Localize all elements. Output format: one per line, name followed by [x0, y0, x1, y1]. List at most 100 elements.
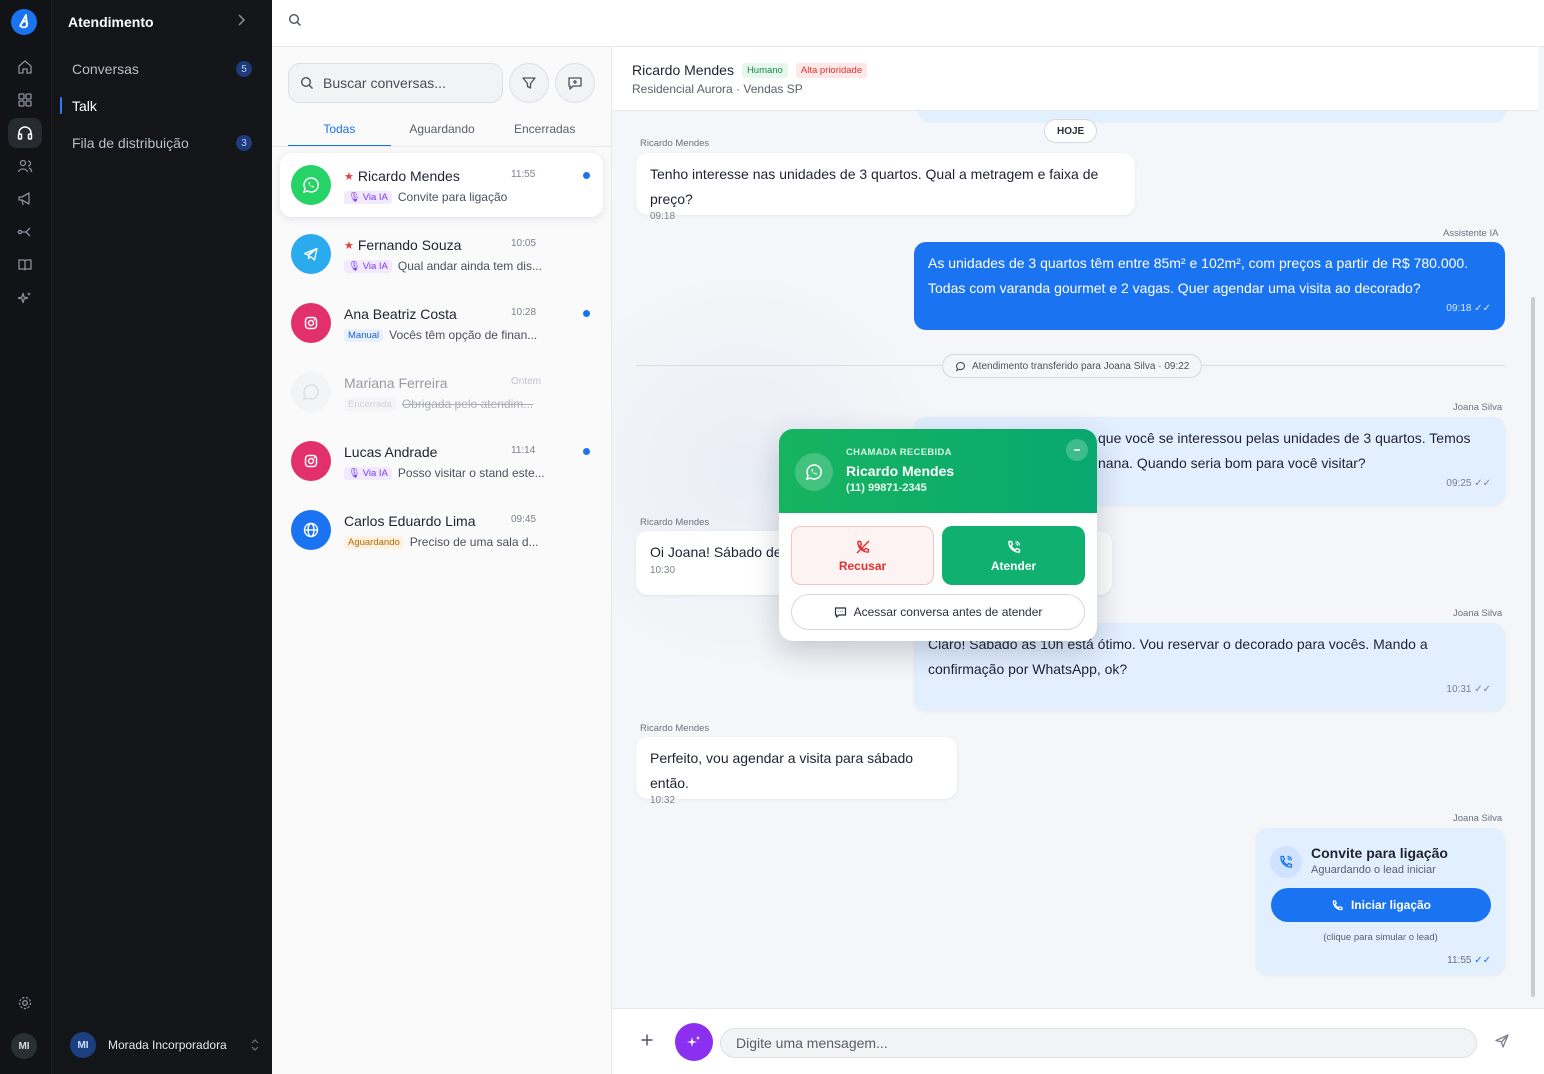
phone-icon	[1332, 899, 1343, 910]
new-conversation-button[interactable]	[555, 63, 595, 103]
conversation-preview: Posso visitar o stand este...	[397, 466, 545, 480]
home-icon[interactable]	[15, 57, 35, 77]
conversation-name: ★ Fernando Souza	[344, 237, 462, 253]
conversation-item[interactable]: Lucas Andrade 11:14 🎙︎ Via IA Posso visi…	[280, 429, 603, 493]
message-bubble-incoming: Perfeito, vou agendar a visita para sába…	[636, 737, 957, 806]
sidebar-item-talk[interactable]: Talk	[60, 94, 252, 118]
accept-call-button[interactable]: Atender	[942, 526, 1085, 585]
scrollbar-thumb[interactable]	[1531, 297, 1535, 997]
incoming-call-label: CHAMADA RECEBIDA	[846, 447, 952, 458]
message-time: 10:31 ✓✓	[1446, 684, 1491, 695]
message-time: 09:18 ✓✓	[1446, 303, 1491, 314]
conversation-name: Mariana Ferreira	[344, 375, 448, 391]
whatsapp-icon	[291, 165, 331, 205]
conversation-item[interactable]: Mariana Ferreira Ontem Encerrada Obrigad…	[280, 360, 603, 424]
app-logo-icon[interactable]	[11, 9, 37, 35]
book-icon[interactable]	[15, 255, 35, 275]
ai-assist-button[interactable]	[675, 1023, 713, 1061]
divider	[272, 146, 612, 147]
call-invite-hint: (clique para simular o lead)	[1323, 932, 1438, 943]
conversation-item[interactable]: ★ Ricardo Mendes 11:55 🎙︎ Via IA Convite …	[280, 153, 603, 217]
star-icon: ★	[344, 239, 354, 252]
sidebar-item-label: Conversas	[72, 61, 139, 77]
conversation-preview: Qual andar ainda tem dis...	[397, 259, 542, 273]
incoming-call-header: CHAMADA RECEBIDA Ricardo Mendes (11) 998…	[779, 429, 1097, 513]
message-bubble-incoming: Tenho interesse nas unidades de 3 quarto…	[636, 153, 1135, 222]
sidebar-item-fila[interactable]: Fila de distribuição 3	[72, 131, 252, 155]
count-badge: 5	[236, 61, 252, 77]
phone-call-icon	[1270, 846, 1302, 878]
send-icon[interactable]	[1494, 1033, 1510, 1054]
open-chat-button[interactable]: Acessar conversa antes de atender	[791, 594, 1085, 630]
conversation-time: Ontem	[511, 376, 542, 387]
search-placeholder: Buscar conversas...	[323, 75, 446, 91]
conversation-item[interactable]: Ana Beatriz Costa 10:28 Manual Vocês têm…	[280, 291, 603, 355]
sidebar-item-conversas[interactable]: Conversas 5	[72, 57, 252, 81]
chevron-right-icon[interactable]	[235, 13, 247, 32]
start-call-button[interactable]: Iniciar ligação	[1271, 888, 1491, 922]
call-invite-card: Convite para ligação Aguardando o lead i…	[1256, 828, 1505, 975]
message-time: 11:55 ✓✓	[1447, 955, 1491, 966]
attach-plus-icon[interactable]	[640, 1033, 654, 1052]
sparkles-icon[interactable]	[15, 288, 35, 308]
chat-bubble-icon	[834, 606, 846, 618]
call-invite-status: Aguardando o lead iniciar	[1311, 864, 1436, 876]
status-tag: Aguardando	[344, 535, 404, 549]
chat-bubble-icon	[955, 361, 966, 372]
incoming-call-popup: CHAMADA RECEBIDA Ricardo Mendes (11) 998…	[779, 429, 1097, 641]
instagram-icon	[291, 441, 331, 481]
users-icon[interactable]	[15, 156, 35, 176]
user-avatar[interactable]: MI	[11, 1033, 37, 1059]
message-sender: Joana Silva	[1453, 608, 1503, 619]
caller-name: Ricardo Mendes	[846, 463, 955, 479]
whatsapp-icon	[291, 372, 331, 412]
unread-dot	[583, 172, 590, 179]
conversation-time: 10:28	[511, 307, 537, 318]
active-indicator	[60, 97, 62, 114]
message-sender: Assistente IA	[1443, 228, 1499, 239]
minimize-button[interactable]	[1066, 439, 1088, 461]
filter-button[interactable]	[509, 63, 549, 103]
globe-icon	[291, 510, 331, 550]
tab-todas[interactable]: Todas	[288, 111, 391, 147]
message-sender: Joana Silva	[1453, 402, 1503, 413]
phone-call-icon	[1007, 540, 1020, 553]
top-bar	[272, 0, 1544, 47]
search-icon[interactable]	[288, 13, 302, 32]
headset-icon[interactable]	[8, 118, 42, 148]
conversation-preview-row: 🎙︎ Via IA Posso visitar o stand este...	[344, 466, 545, 480]
dashboard-icon[interactable]	[15, 90, 35, 110]
conversation-tabs: Todas Aguardando Encerradas	[288, 111, 596, 147]
phone-off-icon	[856, 540, 869, 553]
conversation-item[interactable]: Carlos Eduardo Lima 09:45 Aguardando Pre…	[280, 498, 603, 562]
settings-icon[interactable]	[15, 993, 35, 1013]
conversation-item[interactable]: ★ Fernando Souza 10:05 🎙︎ Via IA Qual and…	[280, 222, 603, 286]
conversation-preview: Obrigada pelo atendim...	[401, 397, 534, 411]
decline-call-button[interactable]: Recusar	[791, 526, 934, 585]
message-text: Perfeito, vou agendar a visita para sába…	[650, 750, 914, 791]
scrollbar[interactable]	[1530, 117, 1536, 997]
search-icon	[300, 76, 313, 89]
conversation-preview: Preciso de uma sala d...	[409, 535, 539, 549]
megaphone-icon[interactable]	[15, 189, 35, 209]
search-input[interactable]: Buscar conversas...	[288, 63, 503, 103]
sidebar-item-label: Talk	[72, 98, 97, 114]
icon-rail: MI	[0, 0, 52, 1074]
message-composer: Digite uma mensagem...	[612, 1008, 1544, 1074]
section-title: Atendimento	[68, 14, 154, 30]
conversation-time: 11:14	[511, 445, 536, 456]
tab-aguardando[interactable]: Aguardando	[391, 111, 494, 147]
message-bubble-partial	[918, 111, 1506, 123]
filter-icon	[522, 77, 536, 89]
status-tag: Encerrada	[344, 397, 396, 411]
new-message-icon	[568, 77, 582, 90]
star-icon: ★	[344, 170, 354, 183]
unread-dot	[583, 448, 590, 455]
priority-badge: Alta prioridade	[795, 62, 868, 78]
flow-icon[interactable]	[15, 222, 35, 242]
message-input[interactable]: Digite uma mensagem...	[720, 1028, 1477, 1058]
tab-encerradas[interactable]: Encerradas	[493, 111, 596, 147]
workspace-switcher[interactable]: MI Morada Incorporadora	[70, 1031, 260, 1059]
workspace-avatar: MI	[70, 1032, 96, 1058]
origin-tag: Manual	[344, 328, 384, 342]
